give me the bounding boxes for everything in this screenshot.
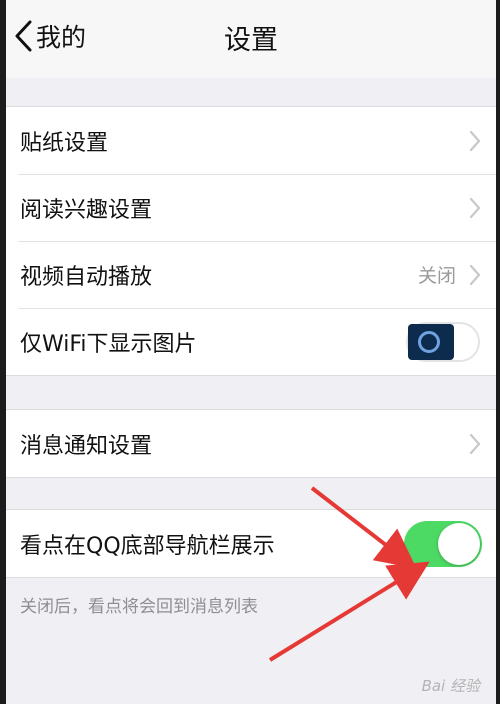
row-label: 阅读兴趣设置 (20, 197, 153, 223)
settings-group-general: 贴纸设置 阅读兴趣设置 视频自动播放 关闭 仅WiFi下显示图片 (6, 106, 496, 376)
toggle-knob (408, 323, 454, 360)
row-label: 贴纸设置 (20, 130, 109, 156)
settings-group-kandian: 看点在QQ底部导航栏展示 (6, 509, 496, 578)
row-kandian-bottom-nav: 看点在QQ底部导航栏展示 (6, 510, 496, 577)
kandian-nav-toggle[interactable] (404, 520, 482, 567)
row-label: 视频自动播放 (20, 264, 153, 290)
right-edge (496, 0, 500, 704)
toggle-knob (438, 522, 480, 565)
row-label: 仅WiFi下显示图片 (20, 331, 197, 357)
chevron-right-icon (469, 433, 481, 454)
row-notification-settings[interactable]: 消息通知设置 (6, 410, 496, 477)
settings-screen: 我的 设置 贴纸设置 阅读兴趣设置 视频自动播放 关闭 仅WiFi下显示图片 消… (6, 0, 496, 704)
hint-text: 关闭后，看点将会回到消息列表 (20, 597, 258, 617)
chevron-right-icon (469, 130, 481, 151)
wifi-images-toggle[interactable] (406, 321, 480, 362)
row-value: 关闭 (417, 265, 456, 287)
page-title: 设置 (224, 25, 278, 56)
circle-icon (418, 330, 440, 353)
row-sticker-settings[interactable]: 贴纸设置 (6, 107, 496, 174)
chevron-right-icon (469, 264, 481, 285)
navigation-bar: 我的 设置 (6, 0, 496, 78)
row-label: 消息通知设置 (20, 433, 153, 459)
row-video-autoplay[interactable]: 视频自动播放 关闭 (6, 241, 496, 308)
row-label: 看点在QQ底部导航栏展示 (20, 533, 275, 559)
chevron-right-icon (469, 197, 481, 218)
settings-group-notifications: 消息通知设置 (6, 409, 496, 478)
row-wifi-only-images: 仅WiFi下显示图片 (6, 308, 496, 375)
row-reading-interest-settings[interactable]: 阅读兴趣设置 (6, 174, 496, 241)
watermark: Bai 经验 (421, 677, 480, 695)
